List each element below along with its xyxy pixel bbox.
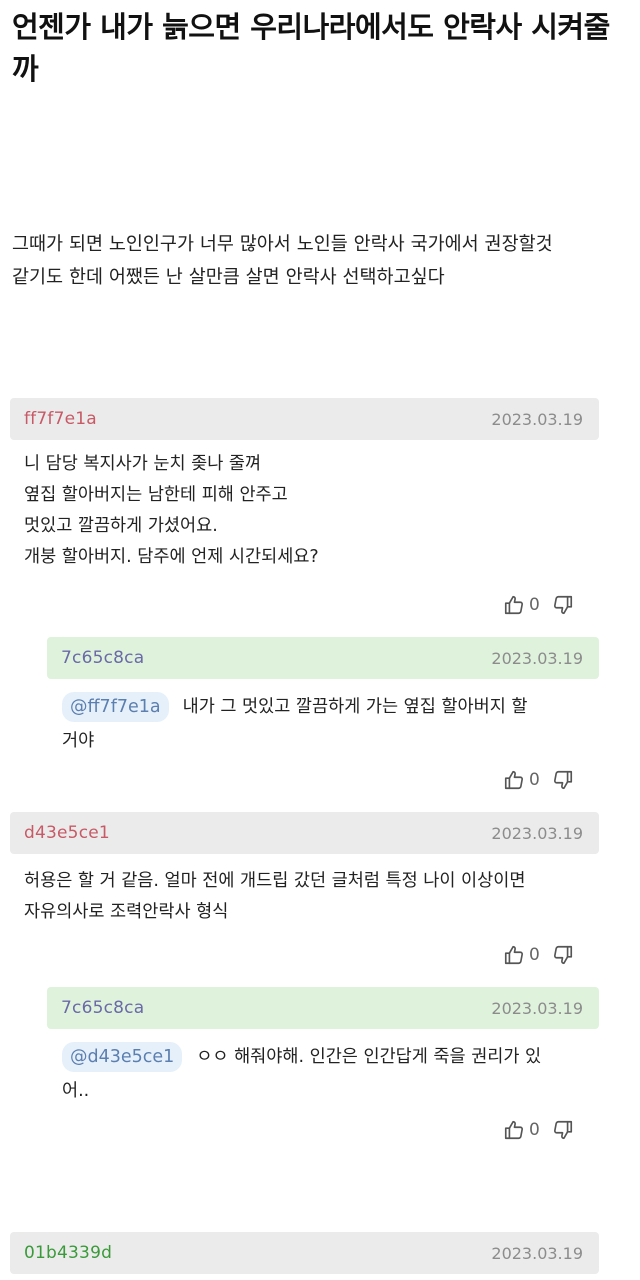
reply-text-line2: 거야: [62, 731, 95, 751]
like-count: 0: [529, 945, 540, 965]
mention-tag[interactable]: @d43e5ce1: [62, 1042, 183, 1072]
reply-date: 2023.03.19: [491, 998, 583, 1018]
reply-header: 7c65c8ca 2023.03.19: [47, 987, 599, 1029]
comment-date: 2023.03.19: [491, 823, 583, 843]
thumbs-up-icon[interactable]: [503, 944, 525, 966]
reply-votes: 0: [503, 769, 574, 791]
comment-votes: 0: [503, 944, 574, 966]
reply-text-line2: 어..: [62, 1081, 90, 1101]
mention-tag[interactable]: @ff7f7e1a: [62, 692, 169, 722]
reply-text-line1: 내가 그 멋있고 깔끔하게 가는 옆집 할아버지 할: [182, 697, 528, 717]
like-count: 0: [529, 1120, 540, 1140]
post-title: 언젠가 내가 늙으면 우리나라에서도 안락사 시켜줄까: [12, 10, 610, 86]
post-body: 그때가 되면 노인인구가 너무 많아서 노인들 안락사 국가에서 권장할것 같기…: [12, 234, 553, 288]
like-count: 0: [529, 770, 540, 790]
reply-text: @ff7f7e1a 내가 그 멋있고 깔끔하게 가는 옆집 할아버지 할 거야: [62, 690, 602, 758]
comment-votes: 0: [503, 594, 574, 616]
comment-author[interactable]: d43e5ce1: [24, 823, 110, 843]
comment-text: 허용은 할 거 같음. 얼마 전에 개드립 갔던 글처럼 특정 나이 이상이면 …: [24, 871, 526, 922]
comment-header: 01b4339d 2023.03.19: [10, 1232, 599, 1274]
thumbs-down-icon[interactable]: [552, 1119, 574, 1141]
thumbs-up-icon[interactable]: [503, 594, 525, 616]
comment-text: 니 담당 복지사가 눈치 좆나 줄껴 옆집 할아버지는 남한테 피해 안주고 멋…: [24, 454, 319, 567]
comment-date: 2023.03.19: [491, 1243, 583, 1263]
thumbs-down-icon[interactable]: [552, 594, 574, 616]
comment-header: ff7f7e1a 2023.03.19: [10, 398, 599, 440]
reply-date: 2023.03.19: [491, 648, 583, 668]
comment-author[interactable]: ff7f7e1a: [24, 409, 97, 429]
thumbs-down-icon[interactable]: [552, 944, 574, 966]
comment-date: 2023.03.19: [491, 409, 583, 429]
thumbs-up-icon[interactable]: [503, 769, 525, 791]
reply-votes: 0: [503, 1119, 574, 1141]
reply-author[interactable]: 7c65c8ca: [61, 998, 144, 1018]
reply-text-line1: ㅇㅇ 해줘야해. 인간은 인간답게 죽을 권리가 있: [196, 1047, 542, 1067]
reply-header: 7c65c8ca 2023.03.19: [47, 637, 599, 679]
comment-header: d43e5ce1 2023.03.19: [10, 812, 599, 854]
comment-author[interactable]: 01b4339d: [24, 1243, 112, 1263]
thumbs-up-icon[interactable]: [503, 1119, 525, 1141]
like-count: 0: [529, 595, 540, 615]
reply-author[interactable]: 7c65c8ca: [61, 648, 144, 668]
reply-text: @d43e5ce1 ㅇㅇ 해줘야해. 인간은 인간답게 죽을 권리가 있 어..: [62, 1040, 602, 1108]
thumbs-down-icon[interactable]: [552, 769, 574, 791]
